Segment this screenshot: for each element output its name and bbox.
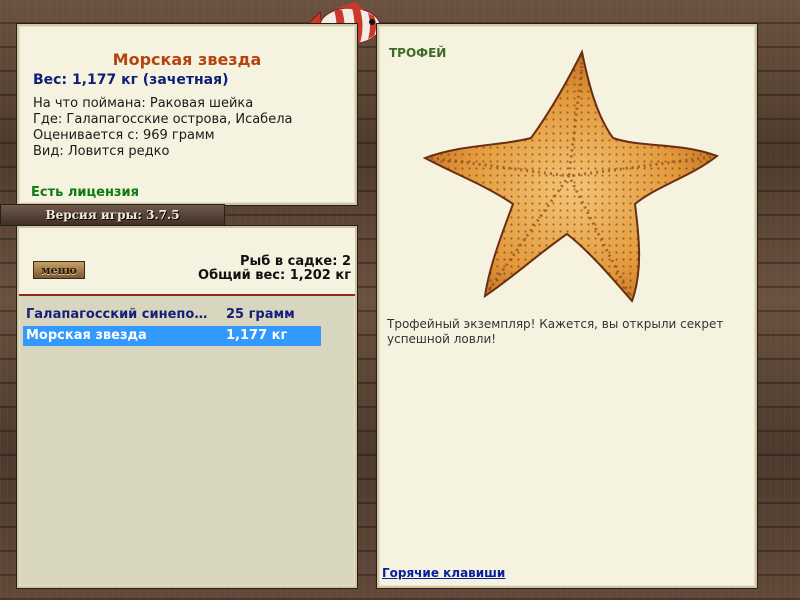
- starfish-image: [422, 48, 720, 303]
- game-version-label: Версия игры: 3.7.5: [0, 204, 225, 226]
- catch-weight: 25 грамм: [226, 307, 295, 322]
- catch-name: Галапагосский синепо…: [26, 307, 208, 322]
- fish-name: Морская звезда: [112, 50, 262, 69]
- trophy-description: Трофейный экземпляр! Кажется, вы открыли…: [387, 317, 724, 346]
- catch-info-panel: Морская звезда Вес: 1,177 кг (зачетная) …: [17, 24, 357, 205]
- location-info: Где: Галапагосские острова, Исабела: [33, 112, 293, 127]
- catch-name: Морская звезда: [26, 328, 147, 343]
- total-weight: Общий вес: 1,202 кг: [198, 268, 351, 283]
- trophy-panel: ТРОФЕЙ Трофейный экземпляр! Кажется, вы …: [377, 24, 757, 588]
- catch-list-item-selected[interactable]: Морская звезда 1,177 кг: [23, 326, 321, 346]
- rarity-info: Вид: Ловится редко: [33, 144, 170, 159]
- catch-weight: 1,177 кг: [226, 328, 288, 343]
- keepnet-header: меню Рыб в садке: 2 Общий вес: 1,202 кг: [19, 228, 355, 296]
- catch-list-item[interactable]: Галапагосский синепо… 25 грамм: [23, 305, 321, 325]
- fish-weight: Вес: 1,177 кг (зачетная): [33, 72, 229, 88]
- menu-button[interactable]: меню: [33, 261, 85, 279]
- keepnet-panel: меню Рыб в садке: 2 Общий вес: 1,202 кг …: [17, 226, 357, 588]
- valuation-info: Оценивается с: 969 грамм: [33, 128, 215, 143]
- fish-count: Рыб в садке: 2: [239, 254, 351, 269]
- bait-info: На что поймана: Раковая шейка: [33, 96, 254, 111]
- hotkeys-link[interactable]: Горячие клавиши: [382, 566, 505, 580]
- license-status: Есть лицензия: [31, 185, 139, 200]
